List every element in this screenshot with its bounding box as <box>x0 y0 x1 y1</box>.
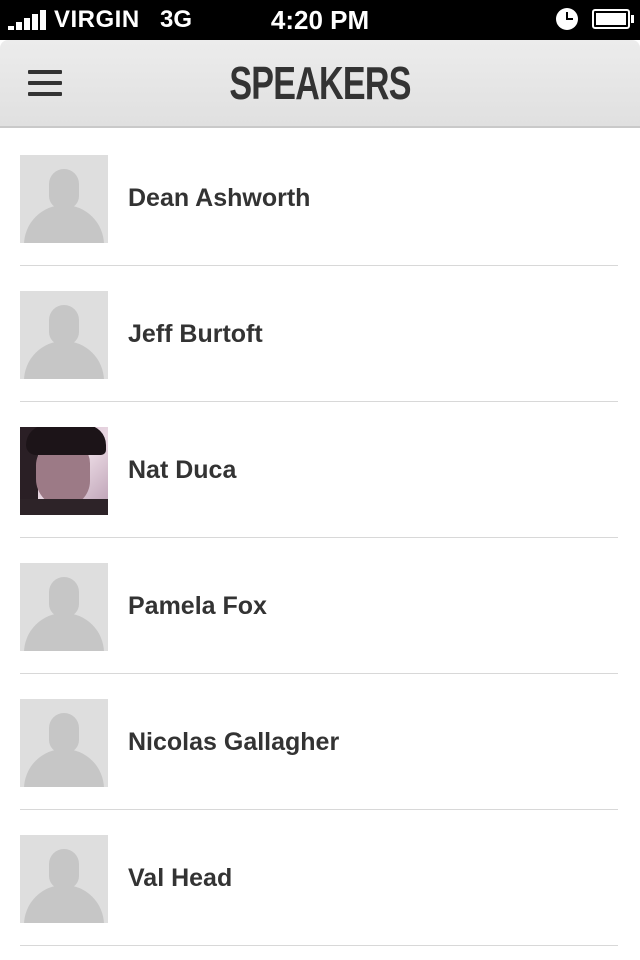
alarm-icon <box>556 8 578 30</box>
avatar-photo <box>20 427 108 515</box>
battery-icon <box>592 9 634 29</box>
avatar-placeholder-icon <box>20 155 108 243</box>
speaker-row[interactable]: Val Head <box>20 810 618 946</box>
avatar-placeholder-icon <box>20 563 108 651</box>
menu-button[interactable] <box>18 62 74 106</box>
speaker-name: Nat Duca <box>128 456 237 484</box>
hamburger-menu-icon <box>28 70 64 98</box>
speaker-row[interactable]: Dean Ashworth <box>20 130 618 266</box>
status-bar: VIRGIN 3G 4:20 PM <box>0 0 640 40</box>
speaker-name: Jeff Burtoft <box>128 320 263 348</box>
page-title: SPEAKERS <box>229 57 411 109</box>
status-time: 4:20 PM <box>270 5 370 35</box>
nav-bar: SPEAKERS <box>0 40 640 128</box>
speaker-row[interactable]: Jeff Burtoft <box>20 266 618 402</box>
avatar-placeholder-icon <box>20 835 108 923</box>
speaker-row[interactable]: Nicolas Gallagher <box>20 674 618 810</box>
speaker-row[interactable]: Pamela Fox <box>20 538 618 674</box>
speaker-name: Dean Ashworth <box>128 184 311 212</box>
speaker-row[interactable]: Nat Duca <box>20 402 618 538</box>
speaker-name: Val Head <box>128 864 233 892</box>
speaker-name: Pamela Fox <box>128 592 267 620</box>
avatar-placeholder-icon <box>20 291 108 379</box>
speaker-name: Nicolas Gallagher <box>128 728 340 756</box>
avatar-placeholder-icon <box>20 699 108 787</box>
speaker-list: Dean Ashworth Jeff Burtoft Nat Duca Pame… <box>0 130 640 946</box>
